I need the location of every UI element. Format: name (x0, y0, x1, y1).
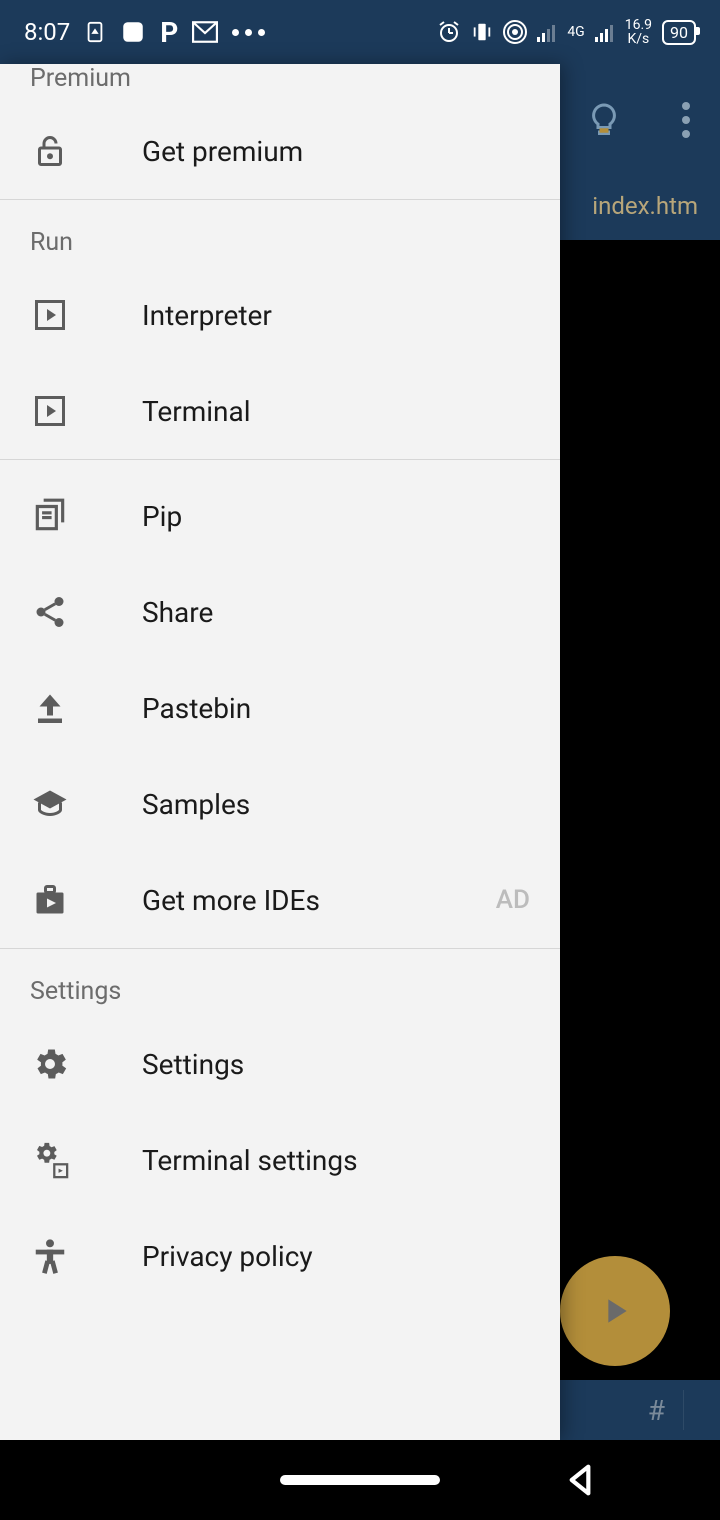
shop-icon (30, 880, 70, 920)
item-label: Samples (142, 788, 530, 821)
library-icon (30, 496, 70, 536)
ad-badge: AD (496, 885, 530, 915)
item-label: Settings (142, 1048, 530, 1081)
notif-more-dots-icon (232, 29, 265, 36)
netspeed: 16.9K/s (625, 18, 652, 46)
share-icon (30, 592, 70, 632)
upload-icon (30, 688, 70, 728)
section-premium: Premium (0, 64, 560, 103)
school-icon (30, 784, 70, 824)
vibrate-icon (471, 20, 493, 44)
notif-square-icon (120, 19, 146, 45)
hint-bulb-icon[interactable] (586, 102, 622, 138)
clock: 8:07 (24, 18, 70, 46)
battery-indicator: 90 (662, 20, 696, 45)
overflow-menu-icon[interactable] (682, 102, 690, 138)
statusbar: 8:07 P 4G 16.9K/s 90 (0, 0, 720, 64)
divider (0, 459, 560, 460)
notif-mail-icon (192, 21, 218, 43)
signal-2-icon (595, 22, 615, 42)
unlock-icon (30, 131, 70, 171)
key-next[interactable] (684, 1390, 720, 1430)
nav-back-icon[interactable] (560, 1460, 600, 1500)
signal-1-icon (537, 22, 557, 42)
drawer-item-more-ides[interactable]: Get more IDEs AD (0, 852, 560, 948)
play-box-icon (30, 391, 70, 431)
section-settings: Settings (0, 949, 560, 1016)
drawer-item-privacy-policy[interactable]: Privacy policy (0, 1208, 560, 1304)
drawer-item-get-premium[interactable]: Get premium (0, 103, 560, 199)
drawer-item-interpreter[interactable]: Interpreter (0, 267, 560, 363)
key-hash[interactable]: # (630, 1390, 684, 1430)
drawer-item-settings[interactable]: Settings (0, 1016, 560, 1112)
drawer-item-samples[interactable]: Samples (0, 756, 560, 852)
navigation-drawer: Premium Get premium Run Interpreter Term… (0, 64, 560, 1440)
play-box-icon (30, 295, 70, 335)
4g-indicator: 4G (567, 25, 584, 39)
drawer-item-terminal[interactable]: Terminal (0, 363, 560, 459)
accessibility-icon (30, 1236, 70, 1276)
alarm-icon (437, 20, 461, 44)
notif-app-icon (84, 21, 106, 43)
item-label: Interpreter (142, 299, 530, 332)
system-navbar (0, 1440, 720, 1520)
item-label: Terminal settings (142, 1144, 530, 1177)
item-label: Share (142, 596, 530, 629)
item-label: Get more IDEs (142, 884, 496, 917)
item-label: Get premium (142, 135, 530, 168)
gear-terminal-icon (30, 1140, 70, 1180)
item-label: Pip (142, 500, 530, 533)
item-label: Privacy policy (142, 1240, 530, 1273)
item-label: Pastebin (142, 692, 530, 725)
item-label: Terminal (142, 395, 530, 428)
hotspot-icon (503, 20, 527, 44)
drawer-item-pip[interactable]: Pip (0, 468, 560, 564)
tab-index-html[interactable]: index.htm (582, 176, 708, 236)
notif-p-icon: P (160, 16, 178, 49)
nav-home-pill[interactable] (280, 1475, 440, 1485)
drawer-item-pastebin[interactable]: Pastebin (0, 660, 560, 756)
gear-icon (30, 1044, 70, 1084)
section-run: Run (0, 200, 560, 267)
drawer-item-terminal-settings[interactable]: Terminal settings (0, 1112, 560, 1208)
run-fab[interactable] (560, 1256, 670, 1366)
drawer-item-share[interactable]: Share (0, 564, 560, 660)
